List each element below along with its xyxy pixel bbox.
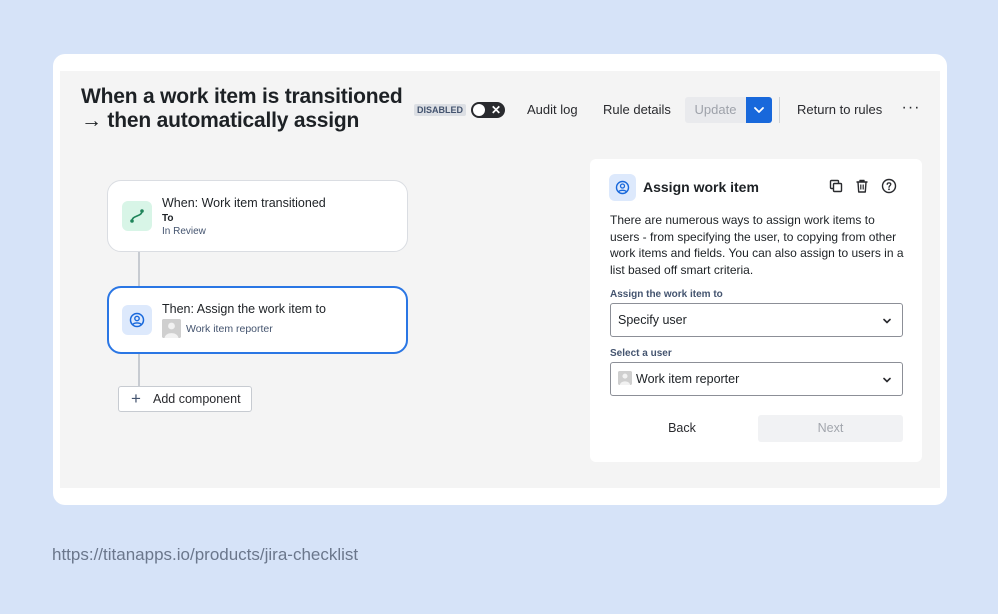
assignee-label: Work item reporter bbox=[186, 323, 273, 335]
back-button[interactable]: Back bbox=[610, 415, 754, 442]
action-title: Then: Assign the work item to bbox=[162, 302, 326, 316]
rule-title-line-1: When a work item is transitioned bbox=[81, 85, 403, 108]
duplicate-icon[interactable] bbox=[828, 178, 844, 194]
select-user-value: Work item reporter bbox=[636, 372, 740, 386]
transition-icon bbox=[122, 201, 152, 231]
select-user-select[interactable]: Work item reporter bbox=[610, 362, 903, 396]
panel-title: Assign work item bbox=[643, 179, 759, 195]
user-circle-icon bbox=[122, 305, 152, 335]
chevron-down-icon bbox=[754, 107, 764, 113]
assign-to-label: Assign the work item to bbox=[610, 289, 723, 300]
avatar bbox=[162, 319, 181, 338]
rule-details-button[interactable]: Rule details bbox=[603, 97, 671, 123]
toolbar: DISABLED ✕ Audit log Rule details Update… bbox=[414, 97, 940, 123]
rule-title-line-2: → then automatically assign bbox=[81, 109, 360, 132]
source-url: https://titanapps.io/products/jira-check… bbox=[52, 545, 359, 564]
component-config-panel: Assign work item There are numerous ways… bbox=[590, 159, 922, 462]
avatar bbox=[618, 371, 632, 385]
toggle-off-icon: ✕ bbox=[490, 103, 501, 117]
action-node[interactable]: Then: Assign the work item to Work item … bbox=[107, 286, 408, 354]
panel-description: There are numerous ways to assign work i… bbox=[610, 213, 904, 277]
trigger-title: When: Work item transitioned bbox=[162, 196, 326, 210]
user-circle-icon bbox=[609, 174, 636, 201]
audit-log-button[interactable]: Audit log bbox=[527, 97, 578, 123]
assign-to-value: Specify user bbox=[618, 313, 687, 327]
chevron-down-icon bbox=[883, 318, 891, 324]
help-icon[interactable] bbox=[881, 178, 897, 194]
rule-editor-card: When a work item is transitioned → then … bbox=[53, 54, 947, 505]
assign-to-select[interactable]: Specify user bbox=[610, 303, 903, 337]
trigger-field-value: In Review bbox=[162, 226, 206, 237]
toolbar-divider bbox=[779, 97, 780, 123]
more-actions-button[interactable]: ··· bbox=[900, 97, 922, 123]
rule-canvas: When a work item is transitioned → then … bbox=[60, 71, 940, 488]
trash-icon[interactable] bbox=[854, 178, 870, 194]
trigger-node[interactable]: When: Work item transitioned To In Revie… bbox=[107, 180, 408, 252]
rule-title: When a work item is transitioned → then … bbox=[81, 85, 411, 133]
trigger-field-label: To bbox=[162, 213, 174, 224]
chevron-down-icon bbox=[883, 377, 891, 383]
add-component-button[interactable]: + Add component bbox=[118, 386, 252, 412]
update-options-button[interactable] bbox=[746, 97, 772, 123]
next-button[interactable]: Next bbox=[758, 415, 903, 442]
return-to-rules-button[interactable]: Return to rules bbox=[797, 97, 882, 123]
plus-icon: + bbox=[131, 389, 141, 408]
add-component-label: Add component bbox=[153, 392, 241, 406]
update-button[interactable]: Update bbox=[685, 97, 746, 123]
status-badge: DISABLED bbox=[414, 104, 467, 116]
toggle-knob bbox=[473, 104, 485, 116]
select-user-label: Select a user bbox=[610, 348, 672, 359]
enable-toggle[interactable]: ✕ bbox=[471, 102, 505, 118]
